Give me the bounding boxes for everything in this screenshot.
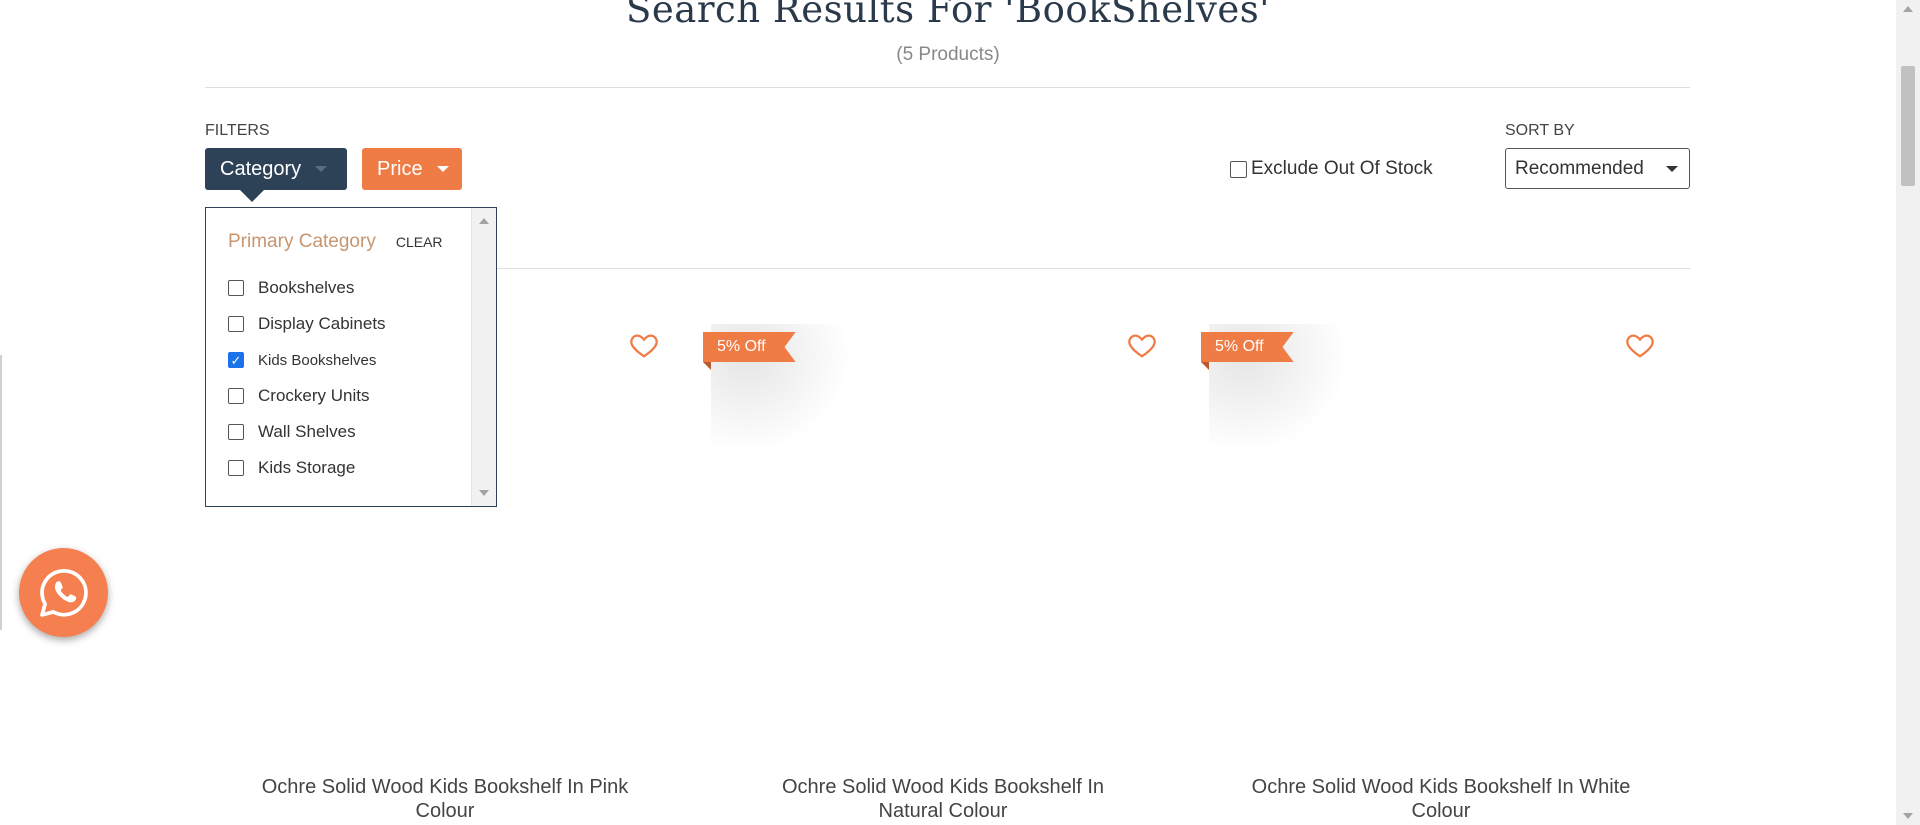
dropdown-scrollbar[interactable] [471,208,496,506]
option-label: Display Cabinets [258,314,386,333]
ribbon-fold [1201,362,1209,370]
option-label: Crockery Units [258,386,370,405]
product-name[interactable]: Ochre Solid Wood Kids Bookshelf In White… [1201,775,1681,823]
product-name-line2: Colour [415,800,475,822]
option-label: Bookshelves [258,278,355,297]
category-options: Bookshelves Display Cabinets Kids Booksh… [228,270,386,486]
ribbon-fold [703,362,711,370]
divider-top [205,87,1690,88]
category-option[interactable]: Crockery Units [228,378,386,414]
scroll-down-icon[interactable] [1903,813,1913,819]
scroll-up-icon[interactable] [1903,6,1913,12]
category-option[interactable]: Kids Storage [228,450,386,486]
discount-badge: 5% Off [703,332,796,362]
heart-icon[interactable] [1127,330,1157,360]
divider-filters [497,268,1690,269]
exclude-label: Exclude Out Of Stock [1251,158,1433,179]
scroll-up-icon[interactable] [479,218,489,224]
product-card[interactable]: 5% Off Ochre Solid Wood Kids Bookshelf I… [703,320,1183,823]
option-checkbox[interactable] [228,460,244,476]
scrollbar-thumb[interactable] [1901,66,1915,186]
product-name[interactable]: Ochre Solid Wood Kids Bookshelf In Pink … [205,775,685,823]
left-edge-tab [0,355,2,630]
whatsapp-button[interactable] [19,548,108,637]
chevron-down-icon [436,166,449,172]
product-name[interactable]: Ochre Solid Wood Kids Bookshelf In Natur… [703,775,1183,823]
dropdown-pointer [240,190,264,202]
product-name-line1: Ochre Solid Wood Kids Bookshelf In White [1251,776,1631,798]
page-scrollbar[interactable] [1896,0,1920,825]
category-option[interactable]: Bookshelves [228,270,386,306]
product-name-line1: Ochre Solid Wood Kids Bookshelf In Pink [261,776,629,798]
sort-label: SORT BY [1505,122,1575,139]
filters-label: FILTERS [205,122,270,139]
product-name-line2: Colour [1411,800,1471,822]
category-option[interactable]: Kids Bookshelves [228,342,386,378]
option-checkbox[interactable] [228,352,244,368]
option-label: Wall Shelves [258,422,356,441]
chevron-down-icon [1666,166,1678,172]
category-dropdown: Primary Category CLEAR Bookshelves Displ… [205,207,497,507]
price-filter-button[interactable]: Price [362,148,462,190]
product-name-line1: Ochre Solid Wood Kids Bookshelf In [781,776,1105,798]
discount-badge: 5% Off [1201,332,1294,362]
category-filter-label: Category [220,157,302,180]
category-filter-button[interactable]: Category [205,148,347,190]
category-option[interactable]: Wall Shelves [228,414,386,450]
dropdown-title: Primary Category [228,231,376,252]
option-checkbox[interactable] [228,280,244,296]
option-checkbox[interactable] [228,388,244,404]
price-filter-label: Price [377,157,423,180]
page-title: Search Results For 'BookShelves' [626,0,1270,31]
sort-select[interactable]: Recommended [1505,148,1690,189]
scroll-down-icon[interactable] [479,490,489,496]
option-label: Kids Storage [258,458,356,477]
chevron-down-icon [315,166,328,172]
heart-icon[interactable] [629,330,659,360]
product-card[interactable]: 5% Off Ochre Solid Wood Kids Bookshelf I… [1201,320,1681,823]
product-count: (5 Products) [896,44,1000,65]
whatsapp-icon [39,568,88,617]
category-option[interactable]: Display Cabinets [228,306,386,342]
option-checkbox[interactable] [228,316,244,332]
heart-icon[interactable] [1625,330,1655,360]
option-checkbox[interactable] [228,424,244,440]
product-name-line2: Natural Colour [878,800,1008,822]
exclude-out-of-stock[interactable]: Exclude Out Of Stock [1230,158,1433,180]
exclude-checkbox[interactable] [1230,160,1247,178]
option-label: Kids Bookshelves [258,351,377,369]
clear-button[interactable]: CLEAR [396,234,443,250]
dropdown-header: Primary Category CLEAR [228,231,443,253]
sort-value: Recommended [1515,157,1644,179]
